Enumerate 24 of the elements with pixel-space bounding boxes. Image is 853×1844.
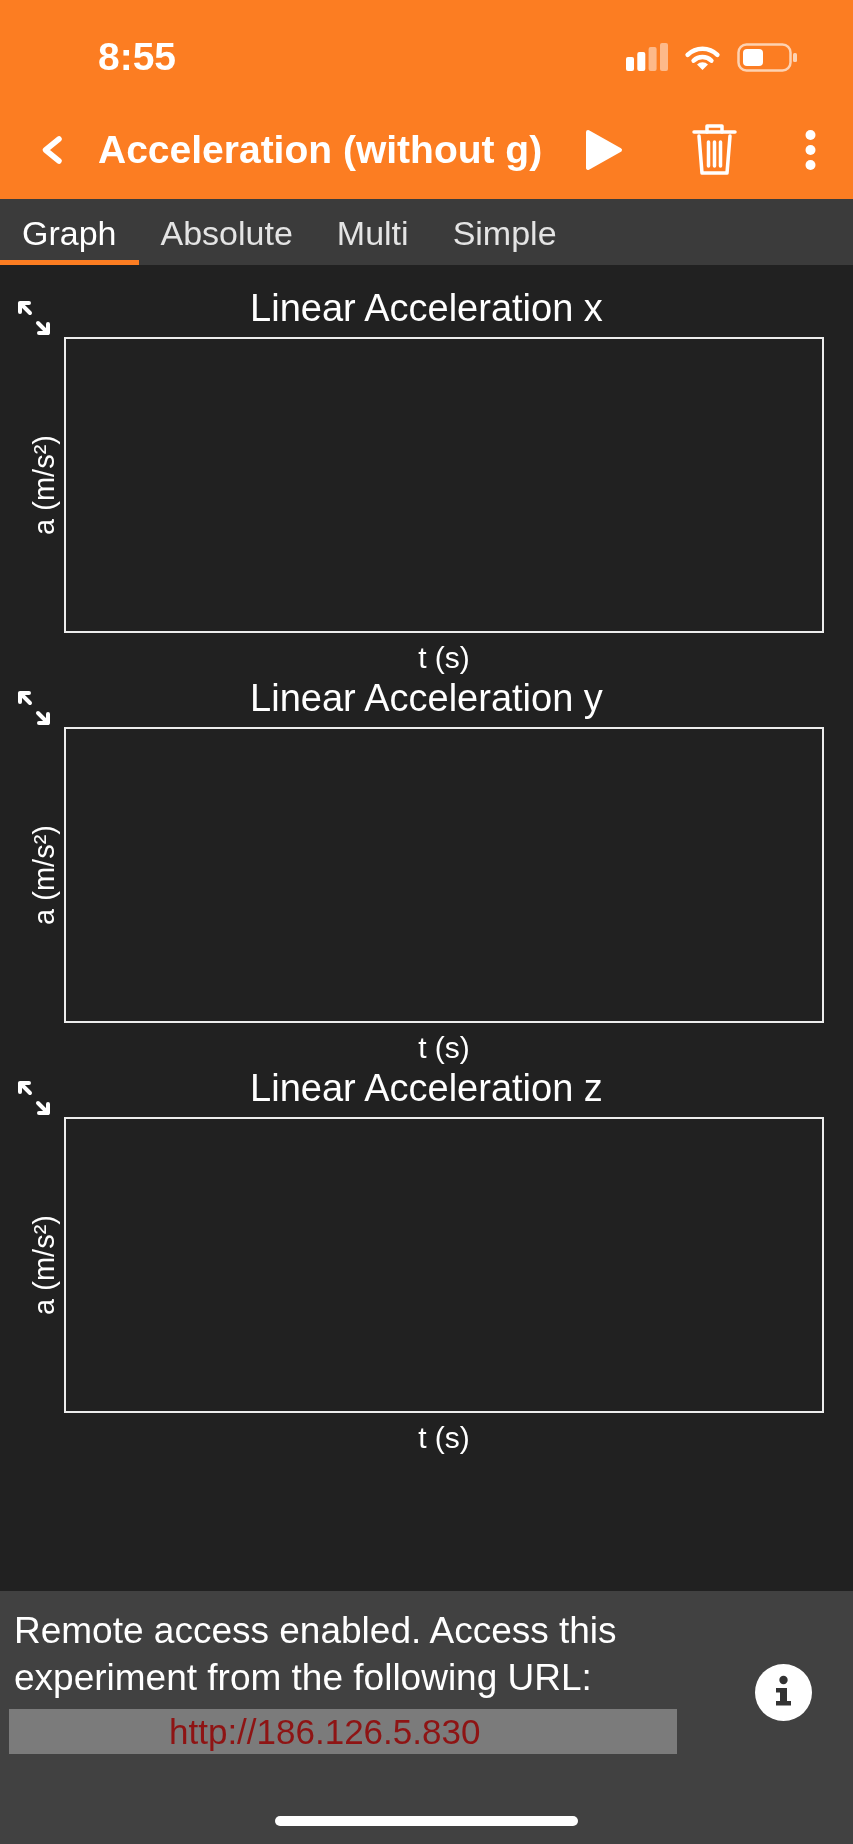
- signal-icon: [626, 43, 668, 71]
- expand-icon[interactable]: [16, 689, 52, 727]
- tab[interactable]: Simple: [430, 199, 579, 265]
- tab[interactable]: Graph: [0, 199, 139, 265]
- tab[interactable]: Absolute: [138, 199, 315, 265]
- remote-url: http://186.126.5.830: [9, 1709, 677, 1754]
- x-axis-label: t (s): [418, 640, 470, 676]
- graph-title: Linear Acceleration x: [249, 288, 604, 328]
- more-options-icon[interactable]: [804, 128, 817, 171]
- trash-icon[interactable]: [692, 123, 737, 176]
- expand-icon[interactable]: [16, 299, 52, 337]
- play-icon[interactable]: [585, 128, 623, 171]
- expand-icon[interactable]: [16, 1079, 52, 1117]
- wifi-icon: [684, 43, 721, 71]
- battery-icon: [737, 42, 797, 72]
- experiment-title: Acceleration (without g): [98, 126, 543, 173]
- graph-title: Linear Acceleration y: [249, 678, 604, 718]
- info-icon[interactable]: [755, 1664, 812, 1721]
- tab[interactable]: Multi: [314, 199, 431, 265]
- x-axis-label: t (s): [418, 1420, 470, 1456]
- remote-access-message: Remote access enabled. Access this experiment from the following URL:: [13, 1609, 618, 1700]
- x-axis-label: t (s): [418, 1030, 470, 1066]
- status-time: 8:55: [98, 35, 177, 79]
- graph-title: Linear Acceleration z: [249, 1068, 604, 1108]
